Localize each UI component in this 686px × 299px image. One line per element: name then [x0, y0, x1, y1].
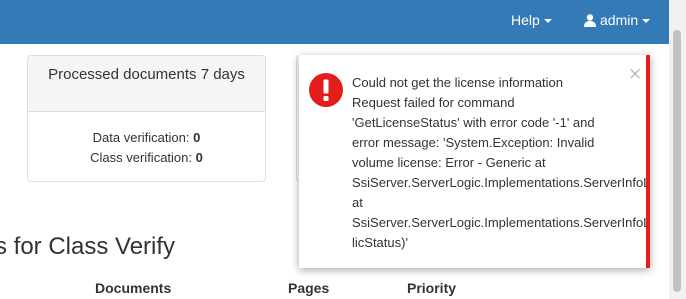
top-navbar: Help admin [0, 0, 669, 44]
panel-body: Data verification: 0 Class verification:… [28, 112, 265, 168]
error-notification: Could not get the license information Req… [299, 55, 650, 268]
processed-documents-panel: Processed documents 7 days Data verifica… [27, 55, 266, 182]
error-message-line: SsiServer.ServerLogic.Implementations.Se… [352, 215, 650, 230]
column-header-priority[interactable]: Priority [407, 280, 456, 296]
error-message-line: 'GetLicenseStatus' with error code '-1' … [352, 115, 595, 130]
scrollbar-thumb[interactable] [673, 30, 681, 292]
section-heading: s for Class Verify [0, 233, 176, 260]
class-verification-value: 0 [195, 150, 203, 165]
chevron-down-icon [642, 19, 651, 24]
data-verification-label: Data verification: [92, 130, 190, 145]
column-header-documents[interactable]: Documents [95, 280, 171, 296]
error-message-line: Request failed for command [352, 95, 515, 110]
data-verification-value: 0 [193, 130, 201, 145]
class-verification-row: Class verification: 0 [28, 148, 265, 168]
help-menu-label: Help [511, 12, 540, 28]
chevron-down-icon [543, 19, 552, 24]
user-icon [584, 14, 596, 27]
error-message-line: SsiServer.ServerLogic.Implementations.Se… [352, 175, 650, 190]
user-menu[interactable]: admin [584, 0, 651, 44]
panel-title: Processed documents 7 days [28, 56, 265, 112]
page: Help admin Processed documents 7 days Da… [0, 0, 686, 299]
error-message-line: licStatus)' [352, 235, 408, 250]
class-verification-label: Class verification: [90, 150, 192, 165]
close-icon[interactable]: × [628, 66, 642, 83]
error-message-line: volume license: Error - Generic at [352, 155, 546, 170]
user-menu-label: admin [600, 12, 639, 28]
column-header-pages[interactable]: Pages [288, 280, 329, 296]
error-message: Could not get the license information Req… [352, 73, 650, 253]
data-verification-row: Data verification: 0 [28, 128, 265, 148]
exclamation-circle-icon [309, 73, 343, 107]
error-message-line: at [352, 195, 363, 210]
error-message-line: Could not get the license information [352, 75, 564, 90]
help-menu[interactable]: Help [511, 0, 552, 44]
error-message-line: error message: 'System.Exception: Invali… [352, 135, 595, 150]
